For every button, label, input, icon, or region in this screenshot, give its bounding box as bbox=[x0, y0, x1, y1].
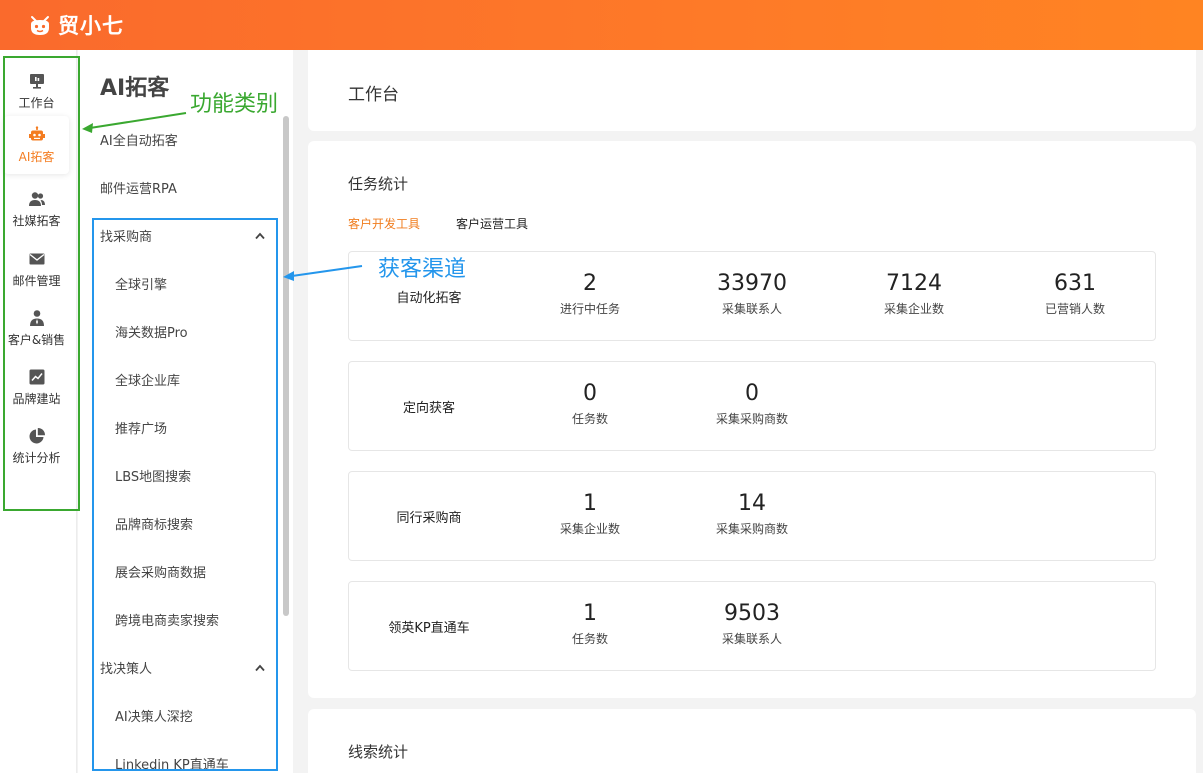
annotation-box-function-category bbox=[3, 56, 80, 511]
stats-row-peer-buyers: 同行采购商 1 采集企业数 14 采集采购商数 bbox=[348, 471, 1156, 561]
metric-value: 14 bbox=[738, 491, 766, 516]
subnav-scrollbar[interactable] bbox=[283, 116, 289, 616]
metric-label: 进行中任务 bbox=[559, 302, 620, 316]
page-header: 工作台 bbox=[308, 50, 1196, 131]
tab-customer-development[interactable]: 客户开发工具 bbox=[348, 215, 420, 232]
clue-stats-card: 线索统计 bbox=[308, 709, 1196, 773]
metric: 0 采集采购商数 bbox=[671, 380, 833, 427]
metric: 9503 采集联系人 bbox=[671, 600, 833, 647]
metric-label: 采集企业数 bbox=[883, 302, 944, 316]
row-name: 定向获客 bbox=[402, 400, 455, 416]
metric-value: 7124 bbox=[886, 271, 942, 296]
metric: 7124 采集企业数 bbox=[833, 270, 995, 317]
top-bar: 贸小七 bbox=[0, 0, 1203, 50]
metric-value: 0 bbox=[745, 381, 759, 406]
task-stats-card: 任务统计 客户开发工具 客户运营工具 自动化拓客 2 进行中任务 33970 采… bbox=[308, 141, 1196, 698]
metric-value: 1 bbox=[583, 601, 597, 626]
metric-label: 采集采购商数 bbox=[715, 522, 788, 536]
metric: 0 任务数 bbox=[509, 380, 671, 427]
metric-label: 采集联系人 bbox=[721, 632, 782, 646]
metric-label: 采集采购商数 bbox=[715, 412, 788, 426]
annotation-label-function-category: 功能类别 bbox=[190, 92, 279, 117]
metric: 14 采集采购商数 bbox=[671, 490, 833, 537]
metric-label: 任务数 bbox=[571, 632, 608, 646]
annotation-label-acquisition-channel: 获客渠道 bbox=[378, 257, 467, 282]
page-title: 工作台 bbox=[348, 85, 399, 105]
metric-label: 任务数 bbox=[571, 412, 608, 426]
metric-value: 631 bbox=[1054, 271, 1096, 296]
metric: 1 采集企业数 bbox=[509, 490, 671, 537]
subnav-title: AI拓客 bbox=[100, 76, 170, 101]
stats-row-automation: 自动化拓客 2 进行中任务 33970 采集联系人 7124 采集企业数 631… bbox=[348, 251, 1156, 341]
metric: 631 已营销人数 bbox=[994, 270, 1156, 317]
metric-value: 9503 bbox=[724, 601, 780, 626]
metric-label: 采集企业数 bbox=[559, 522, 620, 536]
metric-value: 0 bbox=[583, 381, 597, 406]
app-name: 贸小七 bbox=[58, 14, 124, 38]
row-name: 同行采购商 bbox=[396, 510, 462, 526]
stats-row-linkedin-kp: 领英KP直通车 1 任务数 9503 采集联系人 bbox=[348, 581, 1156, 671]
subnav-item-mail-rpa[interactable]: 邮件运营RPA bbox=[100, 178, 177, 197]
annotation-box-acquisition-channel bbox=[92, 218, 278, 771]
row-name: 领英KP直通车 bbox=[388, 620, 470, 636]
app-logo[interactable]: 贸小七 bbox=[28, 10, 124, 40]
subnav-item-ai-auto-prospecting[interactable]: AI全自动拓客 bbox=[100, 130, 178, 149]
metric: 33970 采集联系人 bbox=[671, 270, 833, 317]
metric-value: 2 bbox=[583, 271, 597, 296]
metric: 2 进行中任务 bbox=[509, 270, 671, 317]
metric-label: 已营销人数 bbox=[1044, 302, 1105, 316]
stats-title: 任务统计 bbox=[348, 175, 409, 193]
metric: 1 任务数 bbox=[509, 600, 671, 647]
metric-label: 采集联系人 bbox=[721, 302, 782, 316]
robot-logo-icon bbox=[31, 16, 49, 35]
metric-value: 1 bbox=[583, 491, 597, 516]
stats-row-targeted: 定向获客 0 任务数 0 采集采购商数 bbox=[348, 361, 1156, 451]
metric-value: 33970 bbox=[717, 271, 787, 296]
tab-customer-operation[interactable]: 客户运营工具 bbox=[456, 215, 528, 232]
clue-stats-title: 线索统计 bbox=[348, 743, 409, 761]
